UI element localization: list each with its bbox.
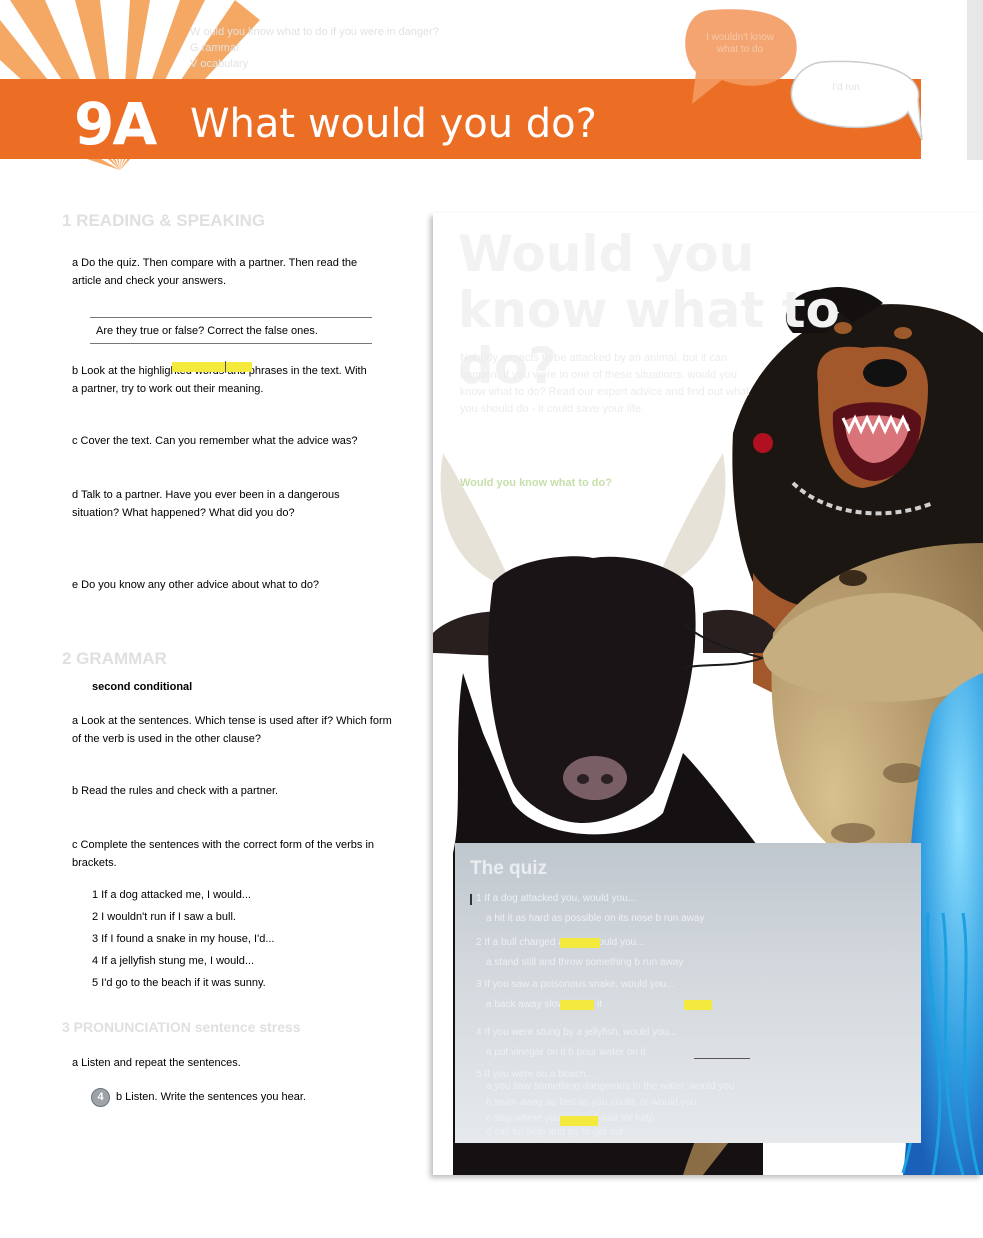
exercise-3a: a Listen and repeat the sentences. (72, 1057, 241, 1069)
exercise-2c: c Complete the sentences with the correc… (72, 839, 375, 869)
section-heading-grammar: 2 GRAMMAR (62, 649, 167, 668)
exercise-2c-1: 1 If a dog attacked me, I would... (92, 889, 251, 901)
quiz-highlight (560, 1116, 598, 1126)
quiz-line: b swim away as fast as you could, or wou… (486, 1097, 697, 1108)
section-heading-reading: 1 READING & SPEAKING (62, 211, 266, 230)
top-line-1: W ould you know what to do if you were i… (190, 26, 439, 38)
top-line-3: V ocabulary (190, 58, 249, 70)
section-heading-pronunciation: 3 PRONUNCIATION sentence stress (62, 1019, 301, 1035)
highlight-mark (172, 362, 252, 372)
exercise-1d: d Talk to a partner. Have you ever been … (72, 489, 340, 519)
bubble-text-2: I'd run (832, 82, 860, 93)
unit-title: What would you do? (190, 101, 597, 147)
quiz-line: 1 If a dog attacked you, would you... (476, 893, 637, 904)
unit-number: 9A (74, 90, 157, 158)
exercise-2a: a Look at the sentences. Which tense is … (72, 715, 392, 745)
exercise-3b: b Listen. Write the sentences you hear. (116, 1091, 306, 1103)
article-intro: Nobody expects to be attacked by an anim… (460, 352, 750, 415)
quiz-line: a hit it as hard as possible on its nose… (486, 913, 705, 924)
top-line-2: G rammar (190, 42, 240, 54)
quiz-line: 4 If you were stung by a jellyfish, woul… (476, 1027, 677, 1038)
quiz-highlight (560, 1000, 594, 1010)
quiz-line: d call for help and try to get out (486, 1127, 624, 1138)
article-question: Would you know what to do? (460, 477, 612, 489)
top-intro-text: W ould you know what to do if you were i… (190, 24, 550, 72)
text-cursor (225, 361, 226, 373)
quiz-line: 3 If you saw a poisonous snake, would yo… (476, 979, 675, 990)
exercise-2c-2: 2 I wouldn't run if I saw a bull. (92, 911, 236, 923)
exercise-1a: a Do the quiz. Then compare with a partn… (72, 257, 358, 287)
exercise-2b: b Read the rules and check with a partne… (72, 785, 279, 797)
text-cursor-quiz (470, 894, 472, 905)
bubble-text-1: I wouldn't know what to do (705, 32, 775, 55)
exercise-1e: e Do you know any other advice about wha… (72, 579, 320, 591)
quiz-highlight (560, 938, 600, 948)
quiz-title: The quiz (470, 858, 548, 879)
grammar-topic: second conditional (92, 681, 193, 693)
speech-bubble-orange (685, 9, 797, 105)
exercise-2c-5: 5 I'd go to the beach if it was sunny. (92, 977, 266, 989)
quiz-line: a stand still and throw something b run … (486, 957, 684, 968)
answer-blank (694, 1058, 750, 1059)
exercise-2c-3: 3 If I found a snake in my house, I'd... (92, 933, 275, 945)
answer-line-1 (90, 317, 372, 318)
page-edge (967, 0, 983, 160)
speech-bubbles (685, 0, 983, 160)
answer-line-2 (90, 343, 372, 344)
exercise-1c: c Cover the text. Can you remember what … (72, 435, 358, 447)
quiz-line: a put vinegar on it b pour water on it (486, 1047, 646, 1058)
speech-bubble-white (790, 60, 923, 141)
page-number-badge: 4 (91, 1088, 110, 1107)
exercise-1a-note: Are they true or false? Correct the fals… (96, 325, 318, 337)
quiz-highlight (684, 1000, 712, 1010)
quiz-line: a you saw something dangerous in the wat… (486, 1081, 735, 1092)
exercise-2c-4: 4 If a jellyfish stung me, I would... (92, 955, 255, 967)
